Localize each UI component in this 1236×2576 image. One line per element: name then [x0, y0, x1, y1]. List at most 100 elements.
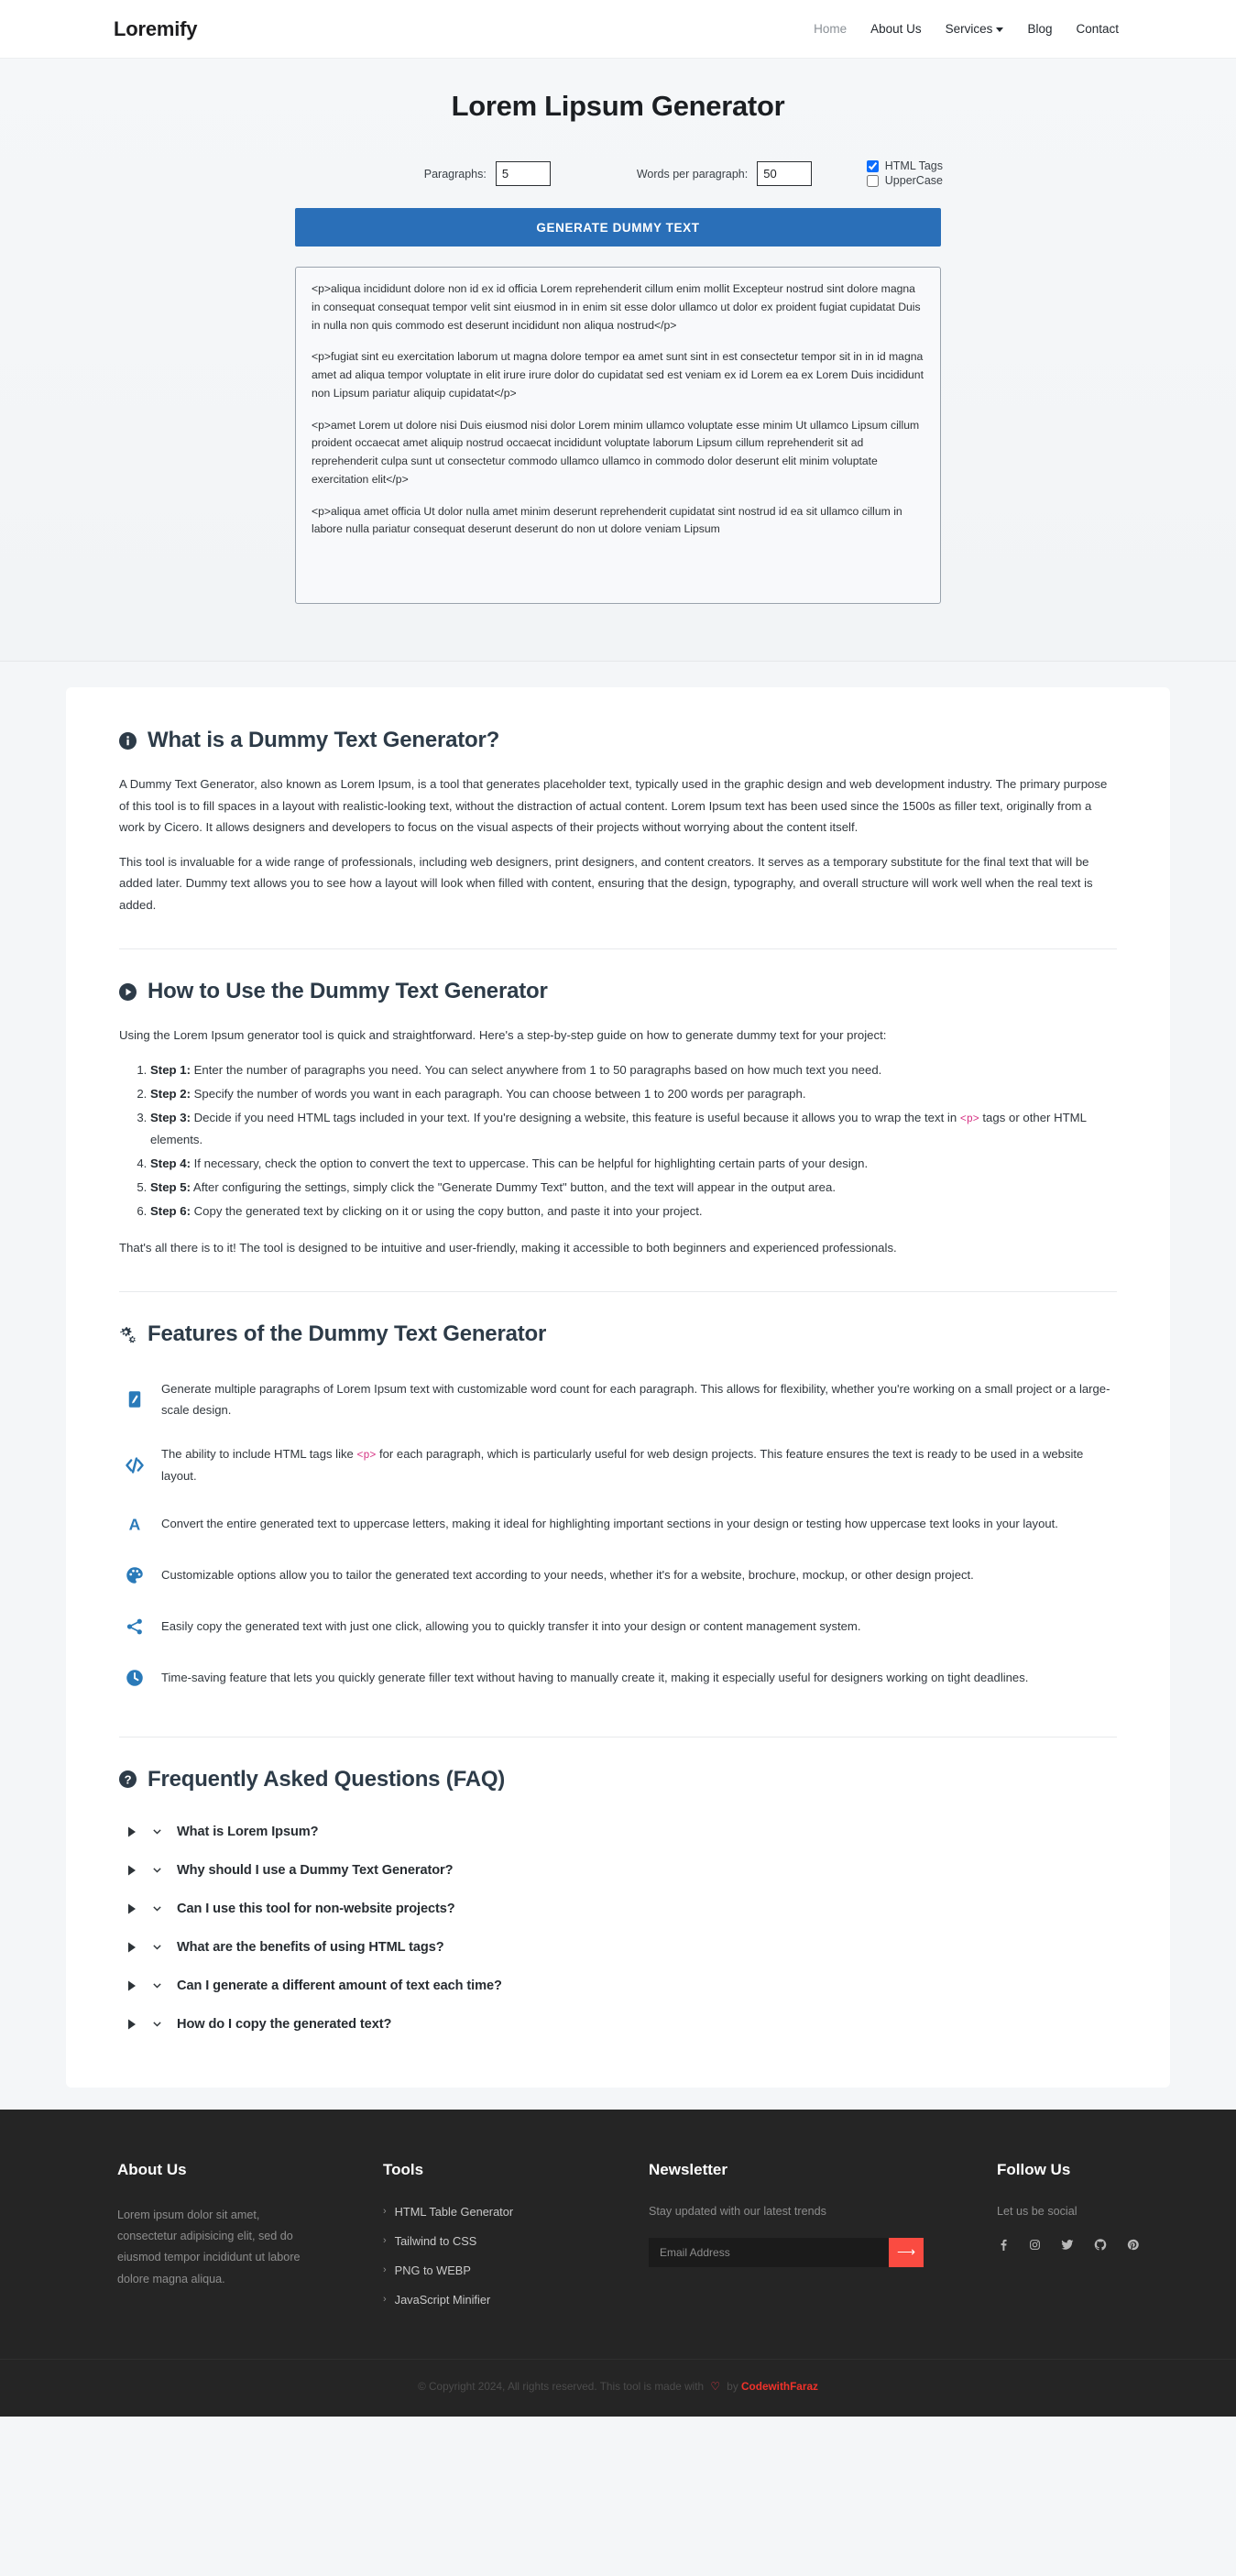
words-per-paragraph-input[interactable] [757, 161, 813, 186]
chevron-right-icon: › [383, 2294, 387, 2306]
gears-icon [119, 1326, 137, 1343]
how-to-step: Step 3: Decide if you need HTML tags inc… [150, 1107, 1117, 1151]
top-navbar: Loremify Home About Us Services Blog Con… [0, 0, 1236, 59]
feature-text: Easily copy the generated text with just… [161, 1619, 861, 1634]
faq-question[interactable]: Why should I use a Dummy Text Generator? [177, 1863, 454, 1878]
footer-follow-title: Follow Us [997, 2160, 1071, 2178]
how-to-step: Step 5: After configuring the settings, … [150, 1177, 1117, 1199]
chevron-down-icon [152, 1865, 164, 1875]
paragraphs-control: Paragraphs: [424, 161, 551, 186]
footer-tools-title: Tools [383, 2160, 424, 2178]
chevron-down-icon [152, 1826, 164, 1836]
paragraphs-input[interactable] [495, 161, 551, 186]
footer-tool-label: Tailwind to CSS [394, 2233, 477, 2248]
what-is-paragraph: This tool is invaluable for a wide range… [119, 854, 1093, 912]
step-text: Specify the number of words you want in … [190, 1086, 806, 1101]
info-circle-icon [119, 731, 137, 750]
faq-item[interactable]: Can I generate a different amount of tex… [119, 1967, 1117, 2005]
feature-text: Customizable options allow you to tailor… [161, 1568, 974, 1583]
nav-link-services[interactable]: Services [946, 22, 1004, 36]
github-icon[interactable] [1094, 2238, 1107, 2252]
pinterest-icon[interactable] [1127, 2238, 1139, 2252]
nav-link-about-us[interactable]: About Us [870, 22, 922, 36]
chevron-right-icon: › [383, 2264, 387, 2276]
author-link[interactable]: CodewithFaraz [741, 2380, 818, 2393]
newsletter-submit-button[interactable]: ⟶ [889, 2237, 924, 2267]
html-tag-code: <p> [959, 1113, 979, 1125]
faq-item[interactable]: Can I use this tool for non-website proj… [119, 1890, 1117, 1928]
faq-question[interactable]: Can I generate a different amount of tex… [177, 1979, 502, 1993]
footer-tool-link[interactable]: › JavaScript Minifier [383, 2293, 649, 2307]
footer-newsletter-column: Newsletter Stay updated with our latest … [649, 2161, 997, 2322]
html-tags-option[interactable]: HTML Tags [866, 159, 943, 172]
feature-item: Customizable options allow you to tailor… [119, 1550, 1117, 1601]
triangle-right-icon [126, 2019, 139, 2030]
site-brand[interactable]: Loremify [114, 17, 198, 41]
words-control: Words per paragraph: [637, 161, 813, 186]
html-tags-label[interactable]: HTML Tags [885, 159, 943, 172]
section-how-to-heading: How to Use the Dummy Text Generator [119, 979, 1117, 1004]
uppercase-label[interactable]: UpperCase [885, 174, 943, 187]
faq-item[interactable]: What are the benefits of using HTML tags… [119, 1928, 1117, 1967]
footer-tool-label: HTML Table Generator [394, 2204, 514, 2219]
generate-dummy-text-button[interactable]: GENERATE DUMMY TEXT [295, 208, 941, 247]
content-card: What is a Dummy Text Generator? A Dummy … [66, 687, 1170, 2088]
uppercase-checkbox[interactable] [866, 174, 879, 187]
how-to-intro: Using the Lorem Ipsum generator tool is … [119, 1028, 887, 1042]
faq-question[interactable]: How do I copy the generated text? [177, 2017, 391, 2032]
step-text: After configuring the settings, simply c… [190, 1179, 836, 1194]
faq-question[interactable]: What are the benefits of using HTML tags… [177, 1940, 444, 1955]
html-tag-code: <p> [356, 1449, 377, 1462]
twitter-icon[interactable] [1061, 2238, 1074, 2252]
section-features: Features of the Dummy Text Generator Gen… [119, 1321, 1117, 1704]
faq-item[interactable]: What is Lorem Ipsum? [119, 1813, 1117, 1851]
footer-tool-link[interactable]: › PNG to WEBP [383, 2264, 649, 2277]
content-wrapper: What is a Dummy Text Generator? A Dummy … [0, 662, 1236, 2088]
footer-columns: About Us Lorem ipsum dolor sit amet, con… [0, 2110, 1236, 2359]
feature-text-before: The ability to include HTML tags like [161, 1446, 357, 1461]
feature-text: Time-saving feature that lets you quickl… [161, 1671, 1029, 1685]
triangle-right-icon [126, 1826, 139, 1837]
page-title: Lorem Lipsum Generator [451, 90, 785, 122]
output-paragraph: <p>aliqua incididunt dolore non id ex id… [312, 282, 921, 332]
html-tags-checkbox[interactable] [866, 159, 879, 172]
feature-item: The ability to include HTML tags like <p… [119, 1432, 1117, 1498]
uppercase-option[interactable]: UpperCase [866, 174, 943, 187]
instagram-icon[interactable] [1029, 2238, 1041, 2252]
newsletter-form: ⟶ [649, 2237, 924, 2267]
newsletter-email-input[interactable] [649, 2237, 889, 2267]
chevron-down-icon [152, 1942, 164, 1952]
feature-text: Generate multiple paragraphs of Lorem Ip… [161, 1382, 1110, 1418]
facebook-icon[interactable] [997, 2238, 1009, 2252]
arrow-right-icon: ⟶ [896, 2244, 916, 2260]
footer-newsletter-title: Newsletter [649, 2160, 727, 2178]
step-text: Enter the number of paragraphs you need.… [190, 1062, 882, 1077]
footer-tools-column: Tools › HTML Table Generator › Tailwind to… [383, 2161, 649, 2322]
footer-tool-link[interactable]: › HTML Table Generator [383, 2205, 649, 2219]
nav-link-contact[interactable]: Contact [1076, 22, 1119, 36]
play-circle-icon [119, 982, 137, 1001]
triangle-right-icon [126, 1903, 139, 1914]
generated-text-output[interactable]: <p>aliqua incididunt dolore non id ex id… [295, 267, 941, 604]
faq-question[interactable]: Can I use this tool for non-website proj… [177, 1902, 455, 1916]
footer-tool-link[interactable]: › Tailwind to CSS [383, 2234, 649, 2248]
step-text: Copy the generated text by clicking on i… [190, 1203, 703, 1218]
footer-about-description: Lorem ipsum dolor sit amet, consectetur … [117, 2208, 301, 2286]
section-what-is-title: What is a Dummy Text Generator? [148, 728, 500, 752]
nav-link-home[interactable]: Home [814, 22, 847, 36]
faq-item[interactable]: Why should I use a Dummy Text Generator? [119, 1851, 1117, 1890]
feature-text: Convert the entire generated text to upp… [161, 1517, 1058, 1531]
social-links [997, 2238, 1139, 2252]
section-faq-heading: ? Frequently Asked Questions (FAQ) [119, 1767, 1117, 1792]
chevron-down-icon [152, 2019, 164, 2029]
nav-link-services-label: Services [945, 22, 993, 36]
section-faq-title: Frequently Asked Questions (FAQ) [148, 1766, 506, 1792]
copyright-text: © Copyright 2024, All rights reserved. T… [418, 2379, 705, 2393]
nav-link-blog[interactable]: Blog [1027, 22, 1052, 36]
footer-newsletter-subtitle: Stay updated with our latest trends [649, 2204, 826, 2218]
section-what-is-heading: What is a Dummy Text Generator? [119, 728, 1117, 753]
footer-about-title: About Us [117, 2160, 187, 2178]
faq-question[interactable]: What is Lorem Ipsum? [177, 1825, 319, 1839]
paragraphs-label: Paragraphs: [423, 167, 487, 181]
faq-item[interactable]: How do I copy the generated text? [119, 2005, 1117, 2044]
